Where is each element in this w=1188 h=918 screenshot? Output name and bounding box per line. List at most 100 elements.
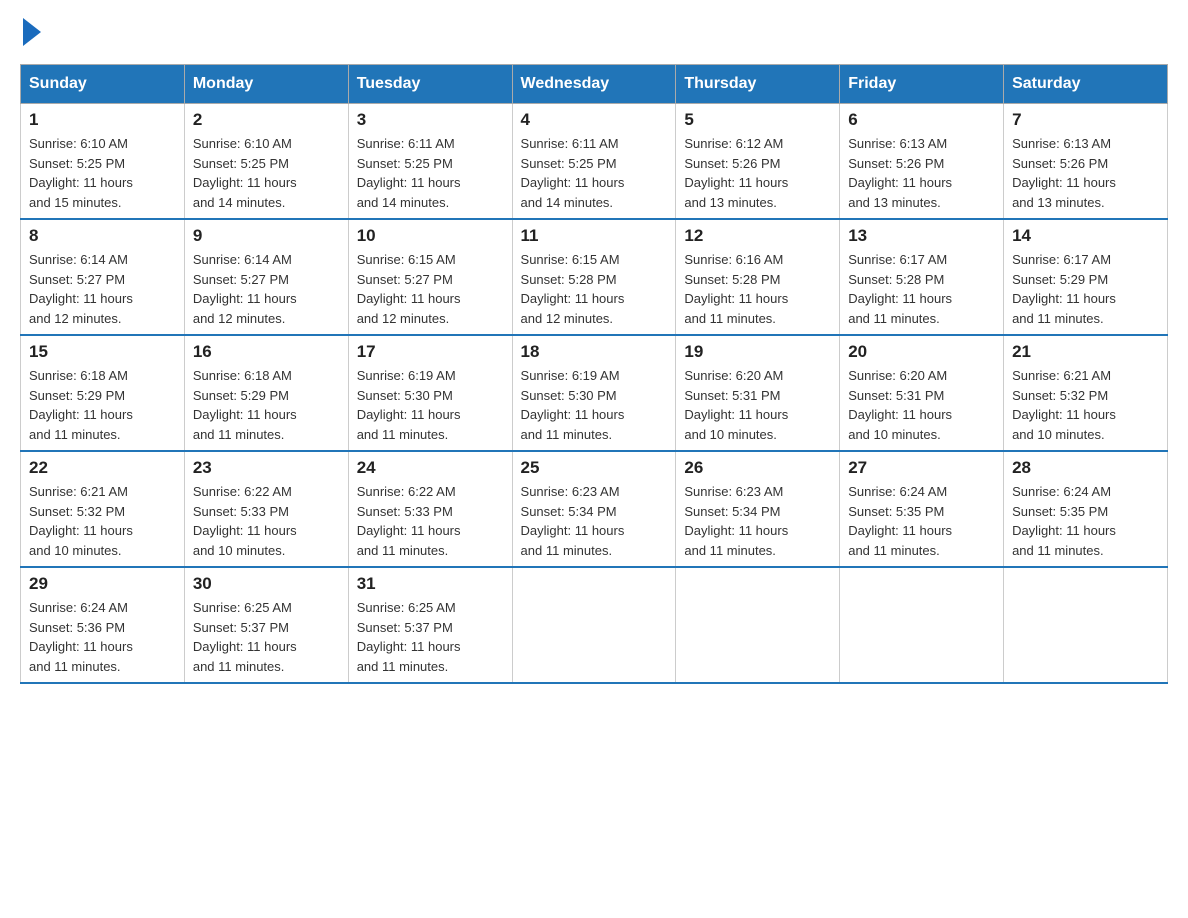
day-info: Sunrise: 6:18 AM Sunset: 5:29 PM Dayligh… — [193, 366, 340, 444]
day-number: 23 — [193, 458, 340, 478]
day-number: 5 — [684, 110, 831, 130]
day-info: Sunrise: 6:13 AM Sunset: 5:26 PM Dayligh… — [848, 134, 995, 212]
calendar-cell: 5 Sunrise: 6:12 AM Sunset: 5:26 PM Daylig… — [676, 104, 840, 220]
day-header-saturday: Saturday — [1004, 65, 1168, 104]
calendar-cell: 15Sunrise: 6:18 AM Sunset: 5:29 PM Dayli… — [21, 335, 185, 451]
day-number: 10 — [357, 226, 504, 246]
day-info: Sunrise: 6:10 AM Sunset: 5:25 PM Dayligh… — [193, 134, 340, 212]
day-info: Sunrise: 6:23 AM Sunset: 5:34 PM Dayligh… — [684, 482, 831, 560]
calendar-cell: 10Sunrise: 6:15 AM Sunset: 5:27 PM Dayli… — [348, 219, 512, 335]
calendar-cell: 21 Sunrise: 6:21 AM Sunset: 5:32 PM Dayli… — [1004, 335, 1168, 451]
day-info: Sunrise: 6:23 AM Sunset: 5:34 PM Dayligh… — [521, 482, 668, 560]
calendar-cell: 28 Sunrise: 6:24 AM Sunset: 5:35 PM Dayli… — [1004, 451, 1168, 567]
day-info: Sunrise: 6:17 AM Sunset: 5:28 PM Dayligh… — [848, 250, 995, 328]
calendar-cell: 13 Sunrise: 6:17 AM Sunset: 5:28 PM Dayli… — [840, 219, 1004, 335]
day-number: 13 — [848, 226, 995, 246]
day-info: Sunrise: 6:25 AM Sunset: 5:37 PM Dayligh… — [357, 598, 504, 676]
day-info: Sunrise: 6:19 AM Sunset: 5:30 PM Dayligh… — [521, 366, 668, 444]
day-number: 7 — [1012, 110, 1159, 130]
day-number: 2 — [193, 110, 340, 130]
day-info: Sunrise: 6:10 AM Sunset: 5:25 PM Dayligh… — [29, 134, 176, 212]
day-info: Sunrise: 6:25 AM Sunset: 5:37 PM Dayligh… — [193, 598, 340, 676]
calendar-cell: 1 Sunrise: 6:10 AM Sunset: 5:25 PM Daylig… — [21, 104, 185, 220]
calendar-cell: 9Sunrise: 6:14 AM Sunset: 5:27 PM Daylig… — [184, 219, 348, 335]
day-number: 31 — [357, 574, 504, 594]
calendar-cell: 23Sunrise: 6:22 AM Sunset: 5:33 PM Dayli… — [184, 451, 348, 567]
day-info: Sunrise: 6:14 AM Sunset: 5:27 PM Dayligh… — [193, 250, 340, 328]
calendar-cell: 25 Sunrise: 6:23 AM Sunset: 5:34 PM Dayli… — [512, 451, 676, 567]
calendar-cell — [512, 567, 676, 683]
calendar-cell — [1004, 567, 1168, 683]
day-number: 11 — [521, 226, 668, 246]
day-header-wednesday: Wednesday — [512, 65, 676, 104]
calendar-cell: 14 Sunrise: 6:17 AM Sunset: 5:29 PM Dayli… — [1004, 219, 1168, 335]
day-header-sunday: Sunday — [21, 65, 185, 104]
calendar-cell: 12 Sunrise: 6:16 AM Sunset: 5:28 PM Dayli… — [676, 219, 840, 335]
day-number: 29 — [29, 574, 176, 594]
calendar-cell: 11Sunrise: 6:15 AM Sunset: 5:28 PM Dayli… — [512, 219, 676, 335]
calendar-week-5: 29 Sunrise: 6:24 AM Sunset: 5:36 PM Dayli… — [21, 567, 1168, 683]
calendar-cell: 20 Sunrise: 6:20 AM Sunset: 5:31 PM Dayli… — [840, 335, 1004, 451]
day-header-thursday: Thursday — [676, 65, 840, 104]
calendar-cell: 26Sunrise: 6:23 AM Sunset: 5:34 PM Dayli… — [676, 451, 840, 567]
day-number: 6 — [848, 110, 995, 130]
day-info: Sunrise: 6:24 AM Sunset: 5:35 PM Dayligh… — [848, 482, 995, 560]
day-info: Sunrise: 6:18 AM Sunset: 5:29 PM Dayligh… — [29, 366, 176, 444]
calendar-cell: 7 Sunrise: 6:13 AM Sunset: 5:26 PM Daylig… — [1004, 104, 1168, 220]
day-number: 18 — [521, 342, 668, 362]
day-info: Sunrise: 6:11 AM Sunset: 5:25 PM Dayligh… — [521, 134, 668, 212]
day-number: 30 — [193, 574, 340, 594]
page-header — [20, 20, 1168, 46]
calendar-cell: 2 Sunrise: 6:10 AM Sunset: 5:25 PM Daylig… — [184, 104, 348, 220]
calendar-cell: 30 Sunrise: 6:25 AM Sunset: 5:37 PM Dayli… — [184, 567, 348, 683]
calendar-cell: 18 Sunrise: 6:19 AM Sunset: 5:30 PM Dayli… — [512, 335, 676, 451]
day-info: Sunrise: 6:13 AM Sunset: 5:26 PM Dayligh… — [1012, 134, 1159, 212]
day-number: 25 — [521, 458, 668, 478]
calendar-cell: 24 Sunrise: 6:22 AM Sunset: 5:33 PM Dayli… — [348, 451, 512, 567]
day-info: Sunrise: 6:11 AM Sunset: 5:25 PM Dayligh… — [357, 134, 504, 212]
calendar-cell: 6 Sunrise: 6:13 AM Sunset: 5:26 PM Daylig… — [840, 104, 1004, 220]
calendar-cell: 3 Sunrise: 6:11 AM Sunset: 5:25 PM Daylig… — [348, 104, 512, 220]
day-number: 28 — [1012, 458, 1159, 478]
calendar-cell: 16 Sunrise: 6:18 AM Sunset: 5:29 PM Dayli… — [184, 335, 348, 451]
calendar-cell: 31 Sunrise: 6:25 AM Sunset: 5:37 PM Dayli… — [348, 567, 512, 683]
day-info: Sunrise: 6:21 AM Sunset: 5:32 PM Dayligh… — [1012, 366, 1159, 444]
day-info: Sunrise: 6:24 AM Sunset: 5:36 PM Dayligh… — [29, 598, 176, 676]
day-info: Sunrise: 6:16 AM Sunset: 5:28 PM Dayligh… — [684, 250, 831, 328]
day-info: Sunrise: 6:22 AM Sunset: 5:33 PM Dayligh… — [357, 482, 504, 560]
day-info: Sunrise: 6:19 AM Sunset: 5:30 PM Dayligh… — [357, 366, 504, 444]
calendar-cell: 8 Sunrise: 6:14 AM Sunset: 5:27 PM Daylig… — [21, 219, 185, 335]
day-number: 22 — [29, 458, 176, 478]
day-info: Sunrise: 6:12 AM Sunset: 5:26 PM Dayligh… — [684, 134, 831, 212]
day-number: 1 — [29, 110, 176, 130]
day-header-friday: Friday — [840, 65, 1004, 104]
day-number: 16 — [193, 342, 340, 362]
calendar-cell: 27 Sunrise: 6:24 AM Sunset: 5:35 PM Dayli… — [840, 451, 1004, 567]
day-info: Sunrise: 6:20 AM Sunset: 5:31 PM Dayligh… — [684, 366, 831, 444]
day-number: 17 — [357, 342, 504, 362]
calendar-week-1: 1 Sunrise: 6:10 AM Sunset: 5:25 PM Daylig… — [21, 104, 1168, 220]
calendar-cell — [676, 567, 840, 683]
calendar-week-3: 15Sunrise: 6:18 AM Sunset: 5:29 PM Dayli… — [21, 335, 1168, 451]
calendar-cell — [840, 567, 1004, 683]
day-number: 8 — [29, 226, 176, 246]
day-info: Sunrise: 6:14 AM Sunset: 5:27 PM Dayligh… — [29, 250, 176, 328]
day-number: 24 — [357, 458, 504, 478]
day-header-monday: Monday — [184, 65, 348, 104]
calendar-cell: 19Sunrise: 6:20 AM Sunset: 5:31 PM Dayli… — [676, 335, 840, 451]
calendar-cell: 22Sunrise: 6:21 AM Sunset: 5:32 PM Dayli… — [21, 451, 185, 567]
day-number: 27 — [848, 458, 995, 478]
day-number: 14 — [1012, 226, 1159, 246]
day-number: 21 — [1012, 342, 1159, 362]
calendar-table: SundayMondayTuesdayWednesdayThursdayFrid… — [20, 64, 1168, 684]
day-info: Sunrise: 6:20 AM Sunset: 5:31 PM Dayligh… — [848, 366, 995, 444]
day-info: Sunrise: 6:17 AM Sunset: 5:29 PM Dayligh… — [1012, 250, 1159, 328]
calendar-week-4: 22Sunrise: 6:21 AM Sunset: 5:32 PM Dayli… — [21, 451, 1168, 567]
day-header-tuesday: Tuesday — [348, 65, 512, 104]
calendar-header-row: SundayMondayTuesdayWednesdayThursdayFrid… — [21, 65, 1168, 104]
day-number: 12 — [684, 226, 831, 246]
day-number: 4 — [521, 110, 668, 130]
day-number: 3 — [357, 110, 504, 130]
day-info: Sunrise: 6:24 AM Sunset: 5:35 PM Dayligh… — [1012, 482, 1159, 560]
day-number: 20 — [848, 342, 995, 362]
